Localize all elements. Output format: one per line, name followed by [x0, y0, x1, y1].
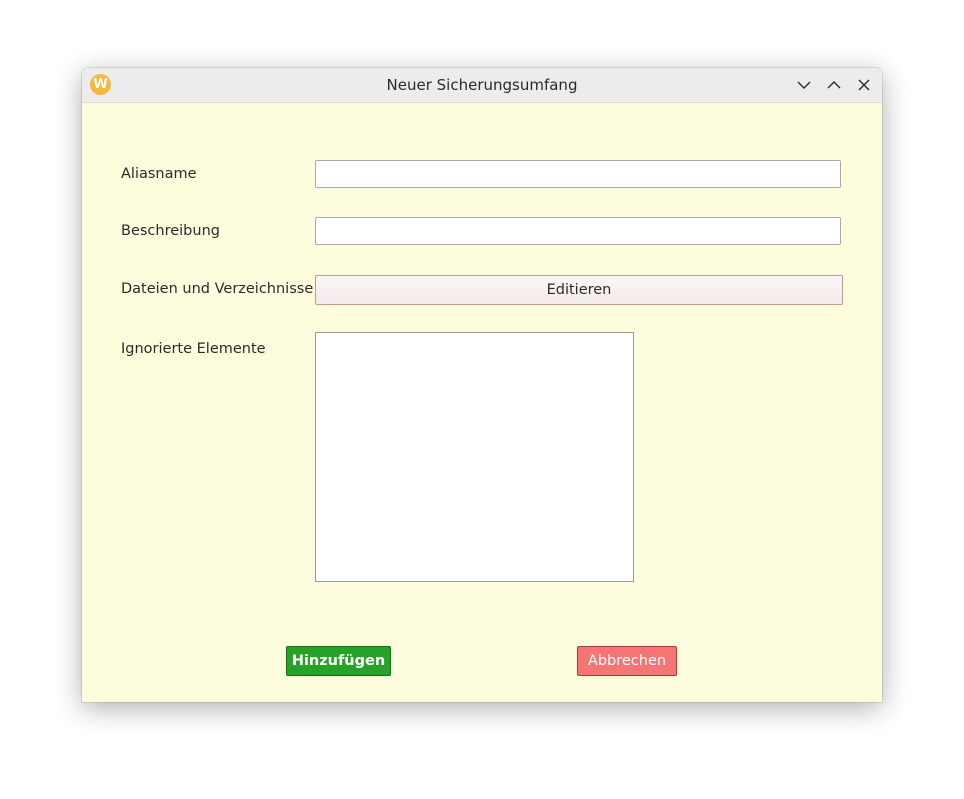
alias-input[interactable]	[315, 160, 841, 188]
minimize-button[interactable]	[794, 75, 814, 95]
ignored-elements-label: Ignorierte Elemente	[121, 341, 266, 357]
edit-files-button[interactable]: Editieren	[315, 275, 843, 305]
description-label: Beschreibung	[121, 223, 220, 239]
alias-label: Aliasname	[121, 166, 197, 182]
files-and-directories-label: Dateien und Verzeichnisse	[121, 281, 314, 297]
close-button[interactable]	[854, 75, 874, 95]
close-icon	[858, 79, 870, 91]
dialog-window: W Neuer Sicherungsumfang Aliasname Besch…	[82, 68, 882, 702]
maximize-button[interactable]	[824, 75, 844, 95]
ignored-elements-list[interactable]	[315, 332, 634, 582]
window-title: Neuer Sicherungsumfang	[386, 76, 578, 94]
title-bar[interactable]: W Neuer Sicherungsumfang	[82, 68, 882, 103]
description-input[interactable]	[315, 217, 841, 245]
cancel-button[interactable]: Abbrechen	[577, 646, 677, 676]
add-button[interactable]: Hinzufügen	[286, 646, 391, 676]
chevron-up-icon	[827, 81, 841, 89]
chevron-down-icon	[797, 81, 811, 89]
